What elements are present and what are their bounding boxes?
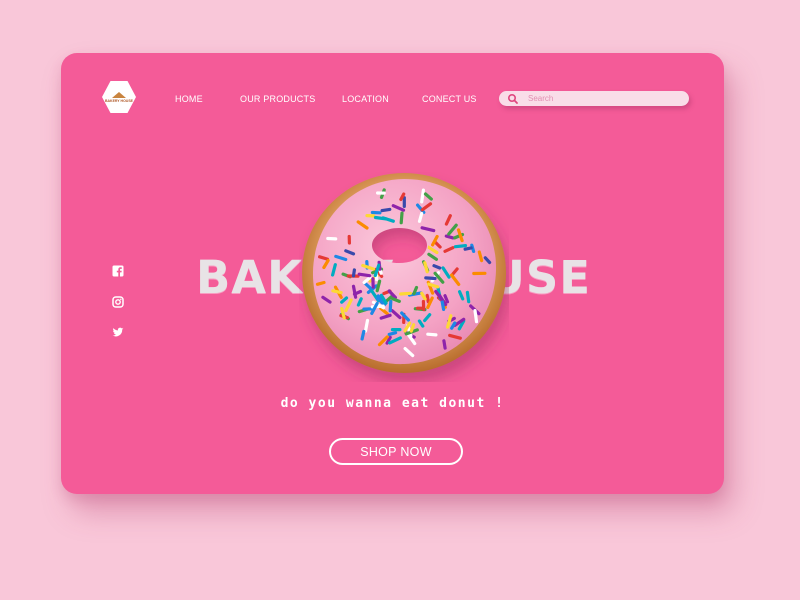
sprinkle	[420, 188, 426, 204]
sprinkle	[409, 323, 416, 333]
logo-roof-icon	[111, 91, 126, 98]
donut-image	[302, 173, 507, 373]
twitter-icon[interactable]	[112, 326, 124, 338]
sprinkle	[351, 268, 357, 278]
shop-now-button[interactable]: SHOP NOW	[329, 438, 463, 465]
sprinkle	[424, 276, 437, 281]
sprinkle	[399, 291, 413, 296]
sprinkle	[387, 331, 398, 336]
sprinkle	[331, 289, 343, 295]
brand-title-left: BAK	[196, 250, 303, 304]
sprinkle	[440, 299, 446, 311]
sprinkle	[360, 329, 366, 341]
sprinkle	[444, 234, 455, 240]
bakery-logo[interactable]: BAKERY HOUSE	[102, 81, 136, 113]
sprinkle	[363, 318, 370, 333]
sprinkle	[477, 250, 484, 263]
sprinkle	[465, 290, 471, 304]
sprinkle	[473, 309, 479, 324]
search-bar[interactable]	[499, 91, 689, 106]
search-input[interactable]	[528, 94, 668, 103]
nav-our-products[interactable]: OUR PRODUCTS	[240, 94, 315, 104]
sprinkle	[432, 264, 442, 270]
sprinkle	[388, 299, 393, 313]
sprinkle	[380, 207, 392, 213]
tagline: do you wanna eat donut !	[280, 396, 505, 411]
nav-home[interactable]: HOME	[175, 94, 203, 104]
instagram-icon[interactable]	[112, 296, 124, 308]
sprinkle	[425, 293, 430, 304]
nav-location[interactable]: LOCATION	[342, 94, 389, 104]
logo-text: BAKERY HOUSE	[104, 98, 133, 103]
search-icon[interactable]	[506, 92, 520, 106]
sprinkle	[417, 211, 424, 223]
sprinkle	[463, 246, 473, 251]
sprinkle	[318, 255, 329, 261]
sprinkle	[315, 280, 326, 286]
hero-card: BAKERY HOUSE HOME OUR PRODUCTS LOCATION …	[61, 53, 724, 494]
sprinkle	[399, 211, 404, 225]
sprinkle	[442, 339, 447, 350]
nav-contact[interactable]: CONECT US	[422, 94, 477, 104]
sprinkle	[453, 243, 468, 249]
facebook-icon[interactable]	[112, 265, 124, 277]
sprinkle	[426, 332, 438, 337]
sprinkle	[357, 272, 372, 278]
